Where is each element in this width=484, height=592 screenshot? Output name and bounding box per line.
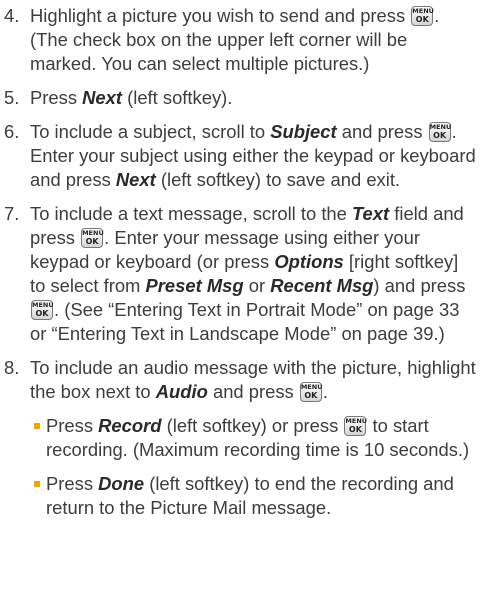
step-8: 8. To include an audio message with the … [0, 356, 484, 404]
step-text: and press [336, 121, 428, 142]
step-number: 7. [4, 203, 20, 224]
menu-ok-key-icon: MENU OK [428, 122, 452, 142]
bullet-text: Press [46, 473, 99, 494]
step-text: Press [30, 87, 83, 108]
step-7: 7. To include a text message, scroll to … [0, 202, 484, 346]
step-text: . (See “Entering Text in Portrait Mode” … [30, 299, 460, 344]
bullet-text: Press [46, 415, 99, 436]
step-text: (left softkey). [122, 87, 233, 108]
step-4: 4. Highlight a picture you wish to send … [0, 4, 484, 76]
step-6: 6. To include a subject, scroll to Subje… [0, 120, 484, 192]
step-number: 8. [4, 357, 20, 378]
bullet-square-icon [34, 481, 40, 487]
sub-bullet: Press Done (left softkey) to end the rec… [0, 472, 484, 520]
step-text: . [322, 381, 328, 402]
menu-ok-key-icon: MENU OK [81, 228, 104, 248]
menu-ok-key-icon: MENU OK [299, 382, 323, 402]
option-term: Recent Msg [270, 275, 374, 296]
field-term: Audio [155, 381, 208, 402]
step-text: To include a subject, scroll to [30, 121, 271, 142]
menu-ok-key-icon: MENU OK [344, 416, 368, 436]
field-term: Text [352, 203, 390, 224]
step-text: Highlight a picture you wish to send and… [30, 5, 411, 26]
softkey-term: Next [115, 169, 156, 190]
step-number: 4. [4, 5, 20, 26]
bullet-square-icon [34, 423, 40, 429]
step-text: and press [207, 381, 299, 402]
softkey-term: Next [82, 87, 122, 108]
menu-ok-key-icon: MENU OK [31, 300, 54, 320]
step-text: (left softkey) to save and exit. [155, 169, 401, 190]
step-text: or [243, 275, 271, 296]
bullet-text: (left softkey) or press [161, 415, 344, 436]
step-5: 5. Press Next (left softkey). [0, 86, 484, 110]
softkey-term: Done [98, 473, 145, 494]
sub-bullet: Press Record (left softkey) or press MEN… [0, 414, 484, 462]
step-text: To include a text message, scroll to the [30, 203, 352, 224]
option-term: Preset Msg [145, 275, 244, 296]
softkey-term: Record [98, 415, 162, 436]
step-number: 6. [4, 121, 20, 142]
field-term: Subject [270, 121, 337, 142]
menu-ok-key-icon: MENU OK [411, 6, 434, 26]
step-text: ) and press [373, 275, 466, 296]
step-number: 5. [4, 87, 20, 108]
instruction-page: 4. Highlight a picture you wish to send … [0, 4, 484, 530]
softkey-term: Options [274, 251, 344, 272]
